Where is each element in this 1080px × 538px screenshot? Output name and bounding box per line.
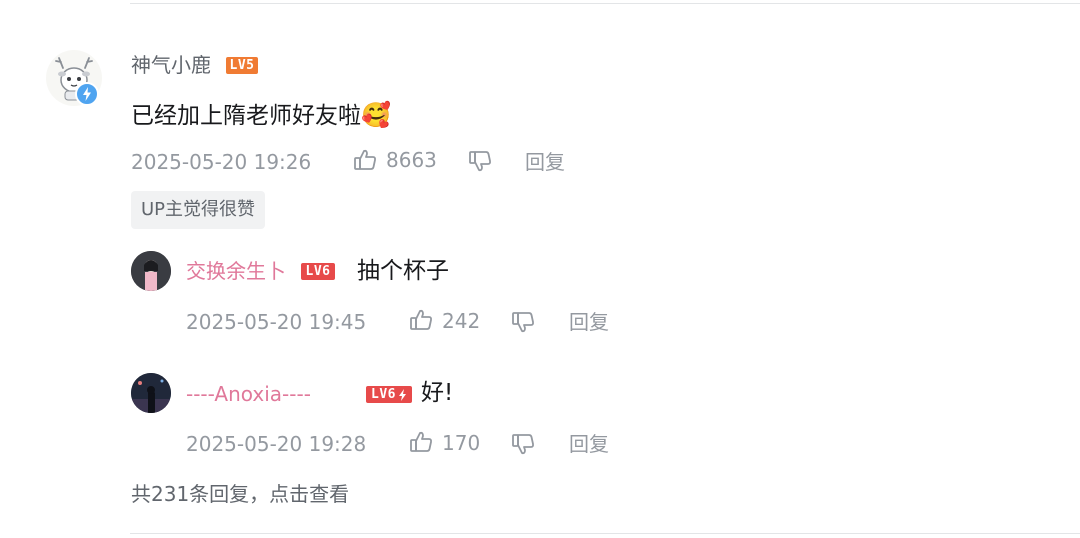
thumb-down-icon[interactable] <box>510 309 536 339</box>
bottom-divider <box>130 533 1080 534</box>
reply-time: 2025-05-20 19:45 <box>186 310 367 334</box>
reply-username[interactable]: ----Anoxia---- <box>186 382 311 406</box>
reply-time: 2025-05-20 19:28 <box>186 432 367 456</box>
reply-button[interactable]: 回复 <box>525 150 565 174</box>
avatar-figure-icon <box>131 251 171 291</box>
heart-hug-emoji-icon: 🥰 <box>361 101 391 129</box>
lightning-verify-icon <box>75 82 99 110</box>
level-badge: LV5 <box>226 57 258 74</box>
hardcore-lightning-icon <box>398 388 406 401</box>
reply-text: 抽个杯子 <box>357 258 449 284</box>
thumb-down-icon[interactable] <box>467 148 493 178</box>
main-comment-text: 已经加上隋老师好友啦🥰 <box>131 100 391 131</box>
level-badge: LV6 <box>301 263 335 280</box>
like-count: 170 <box>442 431 481 455</box>
reply-button[interactable]: 回复 <box>569 310 609 334</box>
thumb-down-icon[interactable] <box>510 431 536 461</box>
reply-avatar[interactable] <box>131 373 171 413</box>
up-liked-tag: UP主觉得很赞 <box>131 191 266 229</box>
comment-text: 已经加上隋老师好友啦 <box>131 103 361 129</box>
comment-time: 2025-05-20 19:26 <box>131 150 312 174</box>
thumb-up-icon[interactable] <box>352 147 378 177</box>
level-badge: LV6 <box>366 386 412 403</box>
reply-avatar[interactable] <box>131 251 171 291</box>
top-divider <box>130 3 1080 4</box>
like-count: 8663 <box>386 148 437 172</box>
thumb-up-icon[interactable] <box>408 429 434 459</box>
reply-text: 好! <box>421 380 454 406</box>
like-count: 242 <box>442 309 481 333</box>
level-badge-text: LV6 <box>371 387 396 402</box>
avatar-night-icon <box>131 373 171 413</box>
thumb-up-icon[interactable] <box>408 307 434 337</box>
reply-username[interactable]: 交换余生卜 <box>186 259 286 283</box>
reply-button[interactable]: 回复 <box>569 432 609 456</box>
main-username[interactable]: 神气小鹿 <box>131 53 211 77</box>
view-more-replies-link[interactable]: 共231条回复，点击查看 <box>131 482 349 506</box>
